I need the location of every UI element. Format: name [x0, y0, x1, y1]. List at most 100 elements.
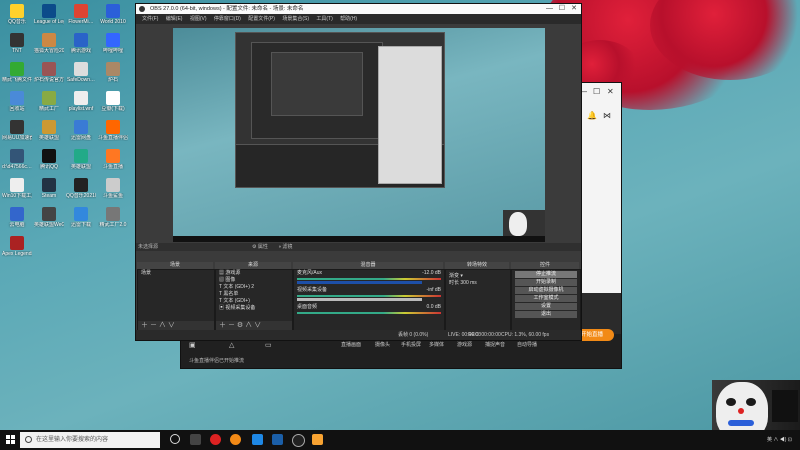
system-tray[interactable]: 英 ∧ ◀) ⊡ — [767, 430, 792, 450]
obs-preview-canvas[interactable] — [173, 28, 545, 242]
menu-docks[interactable]: 停靠窗口(D) — [214, 16, 241, 22]
desktop-icon[interactable]: 哔哩哔哩 — [98, 33, 128, 54]
stop-streaming-button[interactable]: 停止推流 — [515, 271, 577, 278]
douyu-icon[interactable] — [230, 434, 241, 445]
menu-scene-collection[interactable]: 场景集合(S) — [282, 16, 309, 22]
desktop-icon[interactable]: 精武工厂 — [34, 91, 64, 112]
transition-select[interactable]: 渐变 ▾ — [446, 273, 510, 280]
share-icon[interactable]: ⋈ — [603, 111, 611, 120]
weibo-icon[interactable] — [210, 434, 221, 445]
move-down-icon[interactable]: ∨ — [254, 322, 261, 329]
source-item[interactable]: ▦ 游戏源 — [216, 270, 292, 277]
desktop-icon[interactable]: 精武飞腾文件 — [2, 62, 32, 83]
minimize-icon[interactable]: — — [546, 4, 553, 14]
desktop-icon[interactable]: Win10下载工具 — [2, 178, 32, 199]
cortana-icon[interactable] — [170, 434, 180, 444]
desktop-icon[interactable]: 斗鱼直播 — [98, 149, 128, 170]
settings-button[interactable]: 设置 — [515, 303, 577, 310]
volume-slider[interactable] — [297, 298, 422, 301]
desktop-icon[interactable]: 精武工厂2.0 — [98, 207, 128, 228]
source-item[interactable]: T 黑名单 — [216, 291, 292, 298]
volume-slider[interactable] — [297, 281, 422, 284]
maximize-icon[interactable]: ☐ — [559, 4, 565, 14]
tab-auto-director[interactable]: 自动导播 — [517, 341, 537, 348]
add-scene-icon[interactable]: ＋ — [141, 322, 148, 329]
transition-duration[interactable]: 时长 300 ms — [446, 280, 510, 287]
desktop-icon[interactable]: Apex Legends — [2, 236, 32, 257]
filters-button[interactable]: ◑ 滤镜 — [278, 243, 292, 251]
file-explorer-icon[interactable] — [252, 434, 263, 445]
desktop-icon[interactable]: QQ音乐20210603 — [66, 178, 96, 199]
tab-phone-cast[interactable]: 手机投屏 — [401, 341, 421, 348]
obs-title-bar[interactable]: OBS 27.0.0 (64-bit, windows) - 配置文件: 未命名… — [136, 4, 581, 14]
close-icon[interactable]: ✕ — [571, 4, 577, 14]
webcam-tool-icon[interactable]: ▣ — [189, 341, 196, 349]
screen-tool-icon[interactable]: ▭ — [265, 341, 272, 349]
task-view-icon[interactable] — [190, 434, 201, 445]
start-recording-button[interactable]: 开始录制 — [515, 279, 577, 286]
scene-item[interactable]: 场景 — [138, 270, 214, 277]
desktop-icon[interactable]: FlowerMi… — [66, 4, 96, 25]
desktop-icon[interactable]: 豆瓣(下载) — [98, 91, 128, 112]
desktop-icon[interactable]: 炉石传说官方版 — [34, 62, 64, 83]
desktop-icon[interactable]: 英雄联盟 — [34, 120, 64, 141]
source-item[interactable]: ▣ 视频采集设备 — [216, 305, 292, 312]
streaming-app-taskbar-icon[interactable] — [312, 434, 323, 445]
menu-view[interactable]: 视图(V) — [190, 16, 207, 22]
taskbar-search-input[interactable]: 在这里输入你要搜索的内容 — [20, 432, 160, 448]
desktop-icon[interactable]: 腾讯游戏 — [66, 33, 96, 54]
desktop-icon[interactable]: 斗鱼直播伴侣 — [98, 120, 128, 141]
desktop-icon[interactable]: SafeDown… — [66, 62, 96, 83]
desktop-icon[interactable]: TNT — [2, 33, 32, 54]
menu-file[interactable]: 文件(F) — [142, 16, 158, 22]
obs-window[interactable]: OBS 27.0.0 (64-bit, windows) - 配置文件: 未命名… — [135, 3, 582, 341]
desktop-icon[interactable]: 腾讯QQ — [34, 149, 64, 170]
tab-live-scene[interactable]: 直播画面 — [341, 341, 361, 348]
tab-media[interactable]: 多媒体 — [429, 341, 444, 348]
remove-source-icon[interactable]: － — [228, 322, 235, 329]
desktop-icon[interactable]: 英雄联盟WeGame版 — [34, 207, 64, 228]
desktop-icon[interactable]: 猫狐大冒险2010游戏 — [34, 33, 64, 54]
desktop-icon[interactable]: playlist.wnf — [66, 91, 96, 112]
add-source-icon[interactable]: ＋ — [219, 322, 226, 329]
desktop-icon[interactable]: 炉石 — [98, 62, 128, 83]
desktop-icon[interactable]: 迅雷网盘 — [66, 120, 96, 141]
mountain-tool-icon[interactable]: △ — [229, 341, 234, 349]
desktop-icon[interactable]: 网易UU加速器 — [2, 120, 32, 141]
menu-edit[interactable]: 编辑(E) — [166, 16, 183, 22]
move-up-icon[interactable]: ∧ — [245, 322, 252, 329]
source-item[interactable]: ▧ 图像 — [216, 277, 292, 284]
menu-help[interactable]: 帮助(H) — [340, 16, 357, 22]
studio-mode-button[interactable]: 工作室模式 — [515, 295, 577, 302]
desktop-icon[interactable]: World 2010 — [98, 4, 128, 25]
desktop-icon[interactable]: 回收站 — [2, 91, 32, 112]
move-up-icon[interactable]: ∧ — [159, 322, 166, 329]
desktop-icon[interactable]: d:\d47566c… — [2, 149, 32, 170]
desktop-icon[interactable]: 斗鱼鲨鱼 — [98, 178, 128, 199]
desktop-icon[interactable]: 英雄联盟 — [66, 149, 96, 170]
source-settings-icon[interactable]: ⚙ — [237, 322, 243, 329]
bell-icon[interactable]: 🔔 — [587, 111, 597, 120]
desktop-icon[interactable]: QQ音乐 — [2, 4, 32, 25]
maximize-icon[interactable]: ☐ — [593, 87, 600, 96]
menu-tools[interactable]: 工具(T) — [316, 16, 332, 22]
move-down-icon[interactable]: ∨ — [168, 322, 175, 329]
virtual-camera-button[interactable]: 启动虚拟摄像机 — [515, 287, 577, 294]
remove-scene-icon[interactable]: － — [150, 322, 157, 329]
desktop-icon[interactable]: League of Legends — [34, 4, 64, 25]
exit-button[interactable]: 退出 — [515, 311, 577, 318]
desktop-icon[interactable]: 迅雷下载 — [66, 207, 96, 228]
windows-start-icon[interactable] — [6, 435, 16, 445]
steam-icon[interactable] — [272, 434, 283, 445]
properties-button[interactable]: ⚙ 属性 — [252, 243, 268, 251]
close-icon[interactable]: ✕ — [607, 87, 614, 96]
tab-capture-audio[interactable]: 捕捉声音 — [485, 341, 505, 348]
desktop-icon[interactable]: 云电脑 — [2, 207, 32, 228]
tab-game-source[interactable]: 游戏源 — [457, 341, 472, 348]
desktop-icon[interactable]: Steam — [34, 178, 64, 199]
menu-profile[interactable]: 配置文件(P) — [248, 16, 275, 22]
obs-taskbar-icon[interactable] — [292, 434, 305, 447]
source-item[interactable]: T 文本 (GDI+) 2 — [216, 284, 292, 291]
tab-camera[interactable]: 摄像头 — [375, 341, 390, 348]
source-item[interactable]: T 文本 (GDI+) — [216, 298, 292, 305]
